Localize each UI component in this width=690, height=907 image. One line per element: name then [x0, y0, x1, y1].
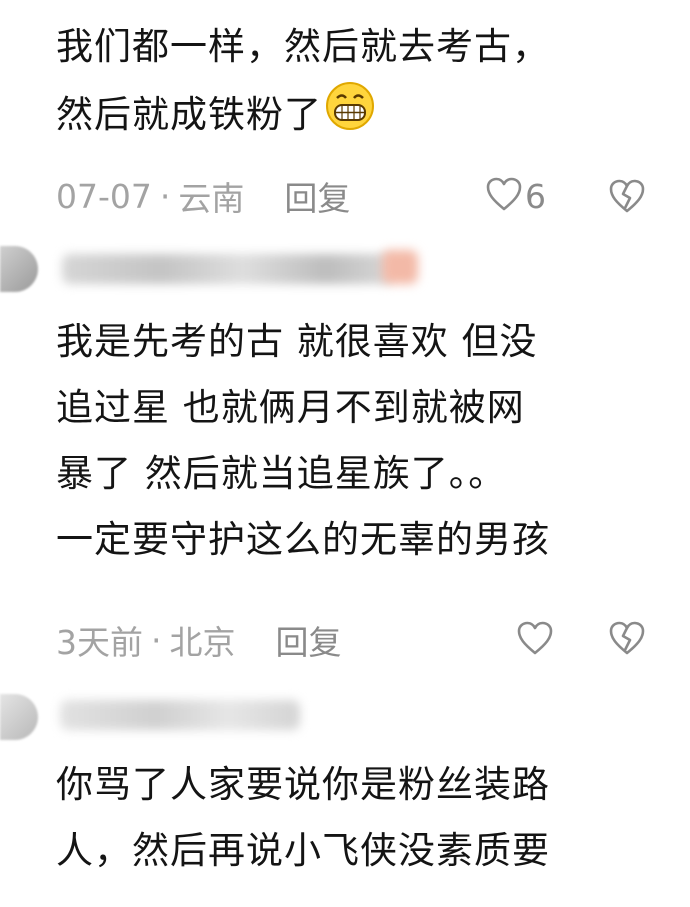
broken-heart-icon: [608, 179, 646, 218]
comment-date: 07-07: [56, 176, 152, 216]
dislike-button[interactable]: [608, 178, 646, 218]
avatar[interactable]: [0, 246, 38, 292]
comment-line: 人，然后再说小飞侠没素质要: [56, 829, 550, 872]
avatar[interactable]: [0, 694, 38, 740]
like-button[interactable]: 6: [485, 176, 546, 216]
blurred-username: [62, 254, 392, 284]
comment-line: 你骂了人家要说你是粉丝装路: [56, 763, 550, 806]
comment-3-user[interactable]: [0, 686, 690, 744]
meta-separator: ·: [159, 176, 171, 216]
comment-text: 你骂了人家要说你是粉丝装路 人，然后再说小飞侠没素质要: [56, 752, 550, 884]
blurred-badge: [382, 250, 418, 284]
dislike-button[interactable]: [608, 620, 646, 660]
comment-line: 我们都一样，然后就去考古，: [56, 25, 550, 68]
like-button[interactable]: [516, 620, 556, 660]
heart-outline-icon: [485, 176, 523, 216]
heart-outline-icon: [516, 620, 554, 660]
comment-location: 北京: [169, 623, 236, 662]
comment-date: 3天前: [56, 623, 143, 662]
comment-meta: 3天前 · 北京 回复: [56, 615, 650, 665]
meta-separator: ·: [151, 620, 162, 660]
comment-text: 我是先考的古 就很喜欢 但没 追过星 也就俩月不到就被网 暴了 然后就当追星族了…: [56, 309, 550, 573]
comment-2-user[interactable]: [0, 240, 690, 298]
grinning-face-icon: [324, 80, 376, 153]
comment-line: 追过星 也就俩月不到就被网: [56, 386, 525, 429]
like-count: 6: [525, 176, 546, 216]
comment-text: 我们都一样，然后就去考古， 然后就成铁粉了: [56, 14, 550, 153]
comment-line: 然后就成铁粉了: [56, 80, 550, 153]
blurred-username: [60, 700, 300, 730]
comment-meta: 07-07 · 云南 回复: [56, 171, 650, 221]
comment-location: 云南: [178, 179, 245, 218]
comment-line: 我是先考的古 就很喜欢 但没: [56, 320, 538, 363]
comment-line: 一定要守护这么的无辜的男孩: [56, 518, 550, 561]
broken-heart-icon: [608, 621, 646, 660]
reply-button[interactable]: 回复: [284, 172, 350, 220]
reply-button[interactable]: 回复: [276, 616, 342, 664]
comment-line: 暴了 然后就当追星族了。。: [56, 452, 507, 495]
